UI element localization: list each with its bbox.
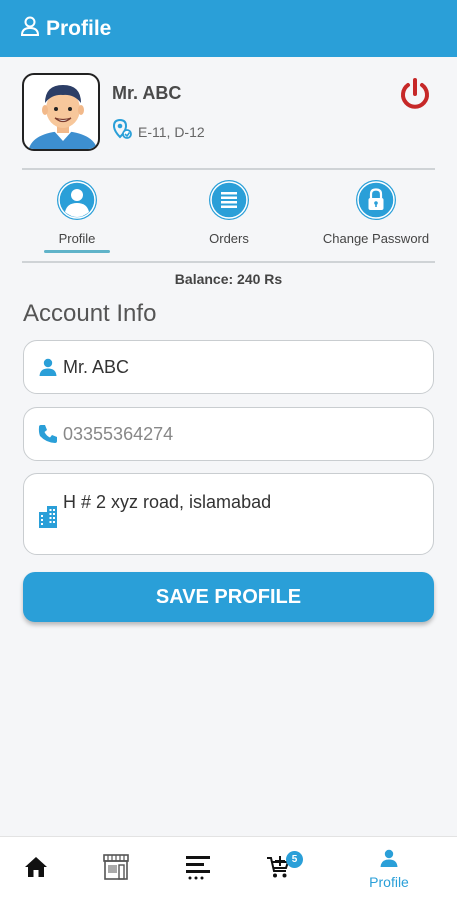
list-icon bbox=[209, 180, 249, 220]
avatar bbox=[22, 73, 100, 151]
logout-button[interactable] bbox=[397, 76, 433, 112]
tab-change-password[interactable]: Change Password bbox=[311, 180, 441, 246]
store-icon bbox=[101, 852, 131, 887]
page-title: Profile bbox=[46, 16, 112, 40]
app-bar: Profile bbox=[0, 0, 457, 57]
buildings-icon bbox=[37, 504, 59, 528]
person-icon bbox=[379, 848, 399, 873]
tab-label: Change Password bbox=[322, 231, 430, 246]
person-icon bbox=[57, 180, 97, 220]
name-field[interactable]: Mr. ABC bbox=[23, 340, 434, 394]
address-field[interactable]: H # 2 xyz road, islamabad bbox=[23, 473, 434, 555]
nav-cart[interactable]: 5 bbox=[258, 837, 303, 900]
tab-profile[interactable]: Profile bbox=[12, 180, 142, 253]
section-title: Account Info bbox=[23, 300, 157, 327]
tab-orders[interactable]: Orders bbox=[164, 180, 294, 246]
profile-name: Mr. ABC bbox=[112, 83, 182, 103]
nav-profile-label: Profile bbox=[369, 874, 409, 890]
location-text: E-11, D-12 bbox=[138, 123, 205, 140]
nav-store[interactable] bbox=[96, 837, 136, 900]
phone-icon bbox=[37, 423, 59, 445]
lock-icon bbox=[356, 180, 396, 220]
phone-placeholder: 03355364274 bbox=[63, 423, 174, 444]
name-value: Mr. ABC bbox=[63, 356, 130, 377]
nav-profile[interactable]: Profile bbox=[357, 837, 421, 900]
nav-home[interactable] bbox=[16, 837, 56, 900]
save-profile-button[interactable]: SAVE PROFILE bbox=[23, 572, 434, 622]
profile-location: E-11, D-12 bbox=[110, 117, 205, 146]
divider bbox=[22, 261, 435, 263]
bottom-nav: 5 Profile bbox=[0, 836, 457, 900]
location-pin-icon bbox=[110, 117, 134, 146]
home-icon bbox=[24, 856, 48, 883]
power-icon bbox=[397, 78, 433, 116]
person-outline-icon bbox=[20, 15, 40, 42]
balance-text: Balance: 240 Rs bbox=[174, 271, 283, 287]
cart-badge: 5 bbox=[286, 851, 303, 868]
divider bbox=[22, 168, 435, 170]
person-icon bbox=[37, 357, 59, 377]
tab-label: Orders bbox=[209, 231, 249, 246]
nav-menu[interactable] bbox=[178, 837, 218, 900]
tab-label: Profile bbox=[58, 231, 96, 246]
address-value: H # 2 xyz road, islamabad bbox=[63, 492, 272, 512]
phone-field[interactable]: 03355364274 bbox=[23, 407, 434, 461]
menu-icon bbox=[183, 853, 213, 886]
active-tab-indicator bbox=[44, 250, 110, 253]
